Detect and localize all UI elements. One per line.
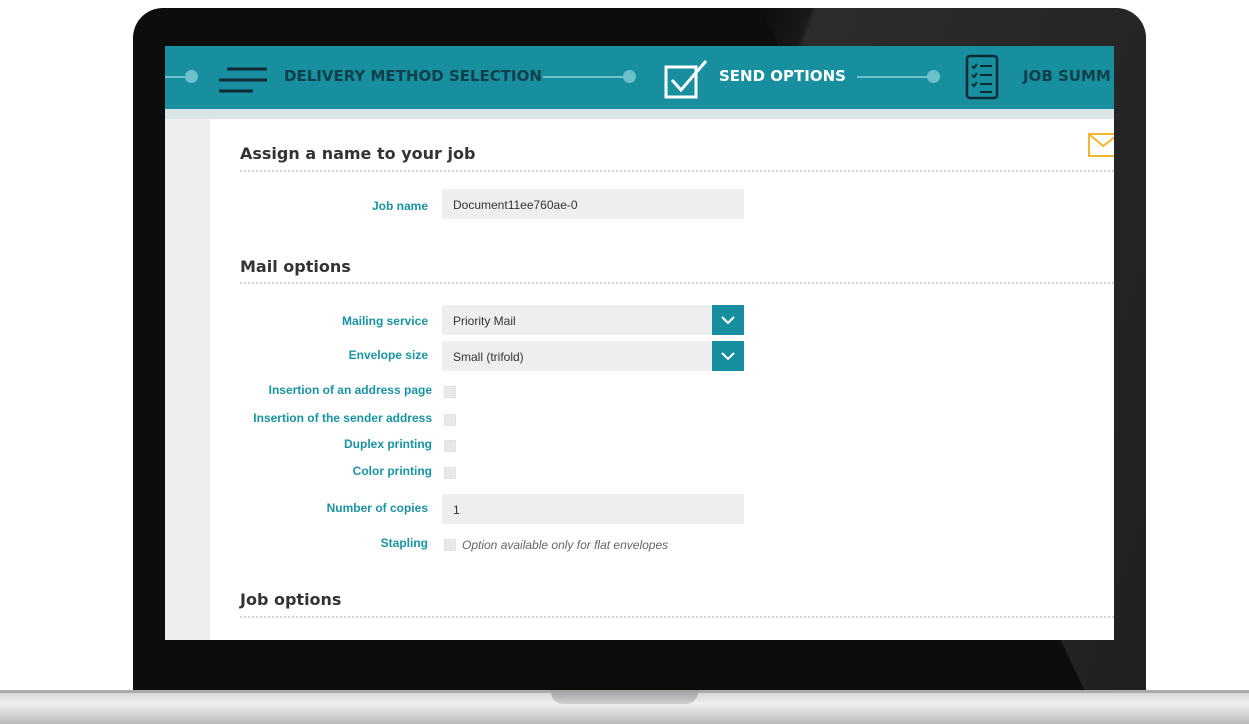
stepper-dot <box>927 70 940 83</box>
stepper-track <box>857 76 927 78</box>
divider <box>240 170 1114 172</box>
mailing-service-select[interactable]: Priority Mail <box>442 305 744 335</box>
stepper-track <box>165 76 185 78</box>
checkbox-check-icon <box>663 58 709 100</box>
duplex-printing-checkbox[interactable] <box>444 440 456 452</box>
stapling-label: Stapling <box>380 536 428 550</box>
address-page-label: Insertion of an address page <box>268 383 432 397</box>
stepper-dot <box>623 70 636 83</box>
topbar-shadow <box>165 109 1114 119</box>
address-page-checkbox[interactable] <box>444 386 456 398</box>
app-screen: DELIVERY METHOD SELECTION SEND OPTIONS J… <box>165 46 1114 640</box>
mailing-service-value: Priority Mail <box>453 314 516 328</box>
color-printing-label: Color printing <box>352 464 432 478</box>
mailing-service-label: Mailing service <box>341 314 428 328</box>
step-job-summary[interactable]: JOB SUMM <box>1023 67 1111 85</box>
stepper-track <box>543 76 625 78</box>
step-send-options[interactable]: SEND OPTIONS <box>719 67 846 85</box>
send-options-form: Assign a name to your job Job name Docum… <box>210 119 1114 640</box>
stepper-dot <box>185 70 198 83</box>
copies-input[interactable]: 1 <box>442 494 744 524</box>
color-printing-checkbox[interactable] <box>444 467 456 479</box>
menu-lines-icon <box>217 64 269 96</box>
section-title-job-options: Job options <box>240 590 342 609</box>
job-name-input[interactable]: Document11ee760ae-0 <box>442 189 744 219</box>
divider <box>240 616 1114 618</box>
divider <box>240 282 1114 284</box>
chevron-down-icon[interactable] <box>712 305 744 335</box>
section-title-job-name: Assign a name to your job <box>240 144 476 163</box>
envelope-size-value: Small (trifold) <box>453 350 524 364</box>
envelope-size-select[interactable]: Small (trifold) <box>442 341 744 371</box>
envelope-size-label: Envelope size <box>348 348 428 362</box>
envelope-icon <box>1088 133 1114 162</box>
checklist-icon <box>965 54 1001 102</box>
laptop-notch <box>551 690 698 704</box>
job-name-label: Job name <box>371 199 428 213</box>
sender-address-label: Insertion of the sender address <box>253 411 432 425</box>
step-delivery-method[interactable]: DELIVERY METHOD SELECTION <box>284 67 542 85</box>
stapling-checkbox[interactable] <box>444 539 456 551</box>
copies-label: Number of copies <box>326 501 428 515</box>
sender-address-checkbox[interactable] <box>444 414 456 426</box>
section-title-mail-options: Mail options <box>240 257 351 276</box>
duplex-printing-label: Duplex printing <box>344 437 432 451</box>
chevron-down-icon[interactable] <box>712 341 744 371</box>
stapling-hint: Option available only for flat envelopes <box>462 538 669 552</box>
progress-stepper: DELIVERY METHOD SELECTION SEND OPTIONS J… <box>165 46 1114 109</box>
